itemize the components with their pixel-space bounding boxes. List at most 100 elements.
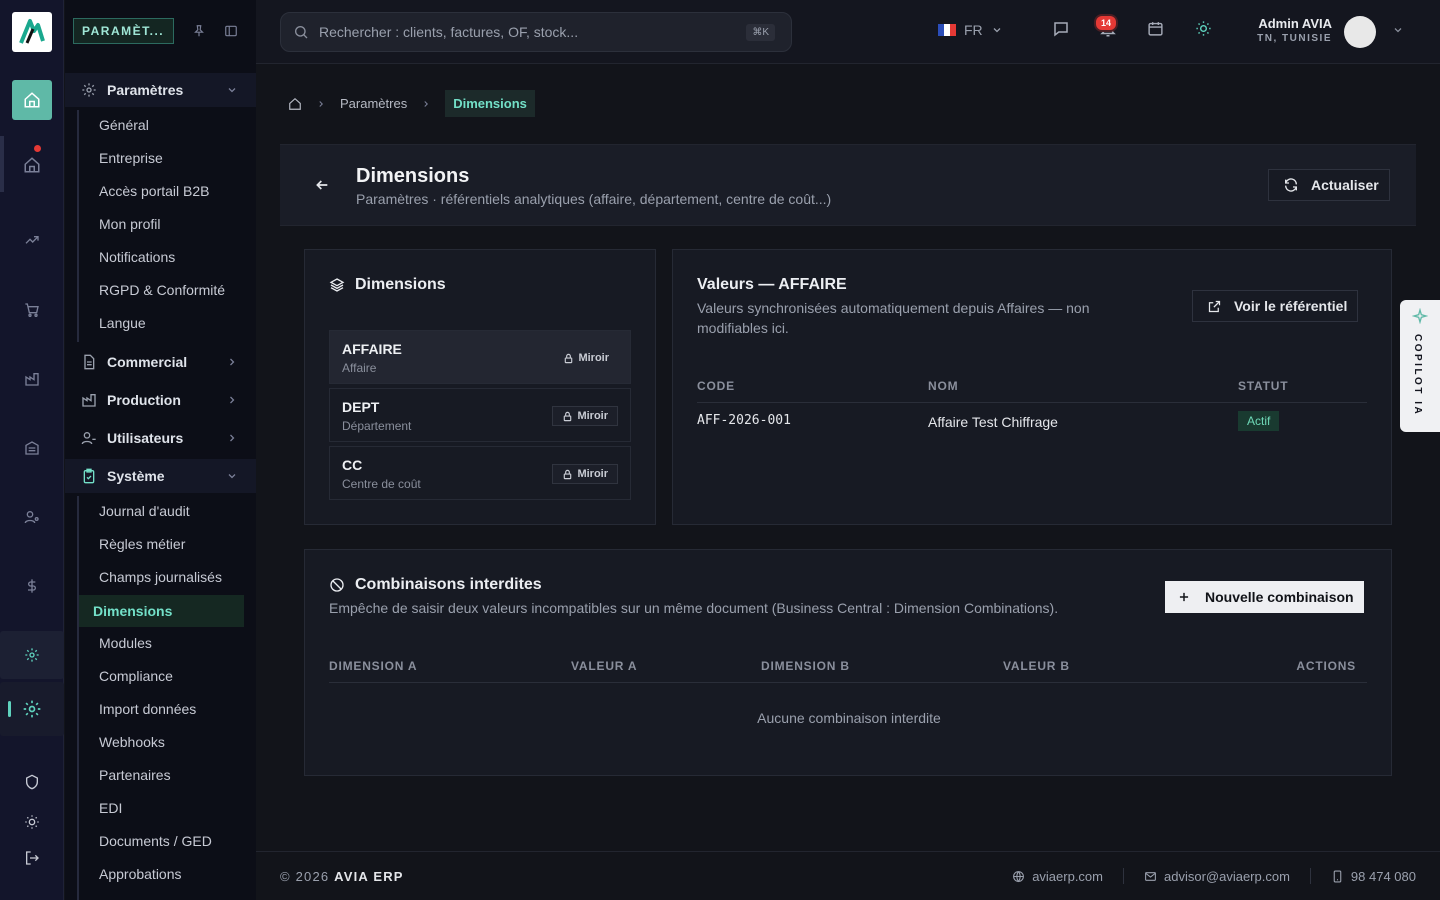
factory-icon: [82, 394, 96, 407]
rail-warehouse-button[interactable]: [12, 428, 52, 468]
email-text: advisor@aviaerp.com: [1164, 868, 1290, 884]
sidebar-item-rgpd[interactable]: RGPD & Conformité: [99, 274, 225, 307]
sidebar-item-webhooks[interactable]: Webhooks: [99, 726, 165, 759]
rail-users-button[interactable]: [12, 497, 52, 537]
mirror-badge-label: Miroir: [578, 352, 609, 364]
notification-badge: 14: [1094, 14, 1119, 32]
card-title-text: Combinaisons interdites: [355, 576, 542, 593]
sidebar-item-import-donnees[interactable]: Import données: [99, 693, 196, 726]
dollar-icon: [28, 579, 36, 593]
sidebar-group-systeme[interactable]: Système: [65, 459, 256, 493]
rail-finance-button[interactable]: [12, 566, 52, 606]
cart-icon: [25, 303, 39, 317]
copilot-tab[interactable]: COPILOT IA: [1400, 300, 1440, 432]
lock-icon: [565, 353, 573, 363]
sidebar-group-parametres[interactable]: Paramètres: [65, 73, 256, 107]
sidebar-item-general[interactable]: Général: [99, 109, 149, 142]
settings-icon: [23, 700, 41, 718]
search-icon: [295, 26, 308, 39]
search-shortcut: ⌘K: [746, 23, 775, 41]
lock-icon: [564, 411, 572, 421]
sidebar-item-portail-b2b[interactable]: Accès portail B2B: [99, 175, 210, 208]
user-settings-icon: [24, 511, 39, 524]
footer-email-link[interactable]: advisor@aviaerp.com: [1144, 869, 1290, 884]
sidebar-item-notifications[interactable]: Notifications: [99, 241, 175, 274]
chevron-down-icon[interactable]: [1392, 24, 1404, 36]
footer-phone-link[interactable]: 98 474 080: [1331, 869, 1416, 884]
mirror-badge-label: Miroir: [577, 410, 608, 422]
phone-text: 98 474 080: [1350, 868, 1416, 884]
rail-system-settings-button[interactable]: [0, 682, 64, 736]
sidebar-item-approbations[interactable]: Approbations: [99, 858, 182, 891]
section-pill[interactable]: PARAMÈT...: [73, 18, 174, 44]
sidebar-item-compliance[interactable]: Compliance: [99, 660, 173, 693]
table-divider: [697, 402, 1367, 403]
sidebar-item-modules[interactable]: Modules: [99, 627, 152, 660]
footer-website-link[interactable]: aviaerp.com: [1012, 869, 1103, 884]
sidebar: PARAMÈT... Paramètres Général Entreprise…: [65, 0, 256, 900]
document-icon: [84, 354, 95, 370]
breadcrumb-parent[interactable]: Paramètres: [340, 96, 407, 111]
sidebar-item-champs-journalises[interactable]: Champs journalisés: [99, 561, 222, 594]
new-combination-label: Nouvelle combinaison: [1205, 589, 1354, 605]
phone-icon: [1333, 870, 1342, 882]
ban-icon: [330, 578, 344, 592]
logo-icon: [19, 19, 45, 44]
sidebar-group-label: Commercial: [107, 354, 188, 370]
shield-icon: [26, 774, 38, 790]
collapse-sidebar-icon[interactable]: [224, 24, 238, 38]
rail-production-button[interactable]: [12, 359, 52, 399]
global-search[interactable]: ⌘K: [280, 12, 792, 52]
sidebar-group-commercial[interactable]: Commercial: [65, 345, 256, 379]
clipboard-icon: [83, 468, 95, 484]
sidebar-group-production[interactable]: Production: [65, 383, 256, 417]
search-input[interactable]: [319, 24, 737, 40]
combinations-card-description: Empêche de saisir deux valeurs incompati…: [329, 600, 1059, 616]
refresh-icon: [1284, 178, 1298, 192]
sidebar-group-label: Système: [107, 468, 165, 484]
main-content: Paramètres Dimensions Dimensions Paramèt…: [256, 64, 1440, 851]
sidebar-item-journal-audit[interactable]: Journal d'audit: [99, 495, 190, 528]
messages-icon[interactable]: [1052, 20, 1070, 38]
sidebar-item-edi[interactable]: EDI: [99, 792, 122, 825]
rail-theme-button[interactable]: [12, 802, 52, 842]
sidebar-item-regles-metier[interactable]: Règles métier: [99, 528, 185, 561]
view-referential-button[interactable]: Voir le référentiel: [1192, 290, 1359, 322]
column-header-statut: STATUT: [1238, 379, 1289, 393]
dimension-row-affaire[interactable]: AFFAIRE Affaire Miroir: [329, 330, 631, 384]
sidebar-item-profil[interactable]: Mon profil: [99, 208, 160, 241]
column-header-dimension-b: DIMENSION B: [761, 659, 850, 673]
rail-security-button[interactable]: [12, 762, 52, 802]
language-selector[interactable]: FR: [938, 22, 1003, 38]
sidebar-item-partenaires[interactable]: Partenaires: [99, 759, 171, 792]
sun-icon: [25, 815, 39, 829]
dimension-row-dept[interactable]: DEPT Département Miroir: [329, 388, 631, 442]
sidebar-group-utilisateurs[interactable]: Utilisateurs: [65, 421, 256, 455]
app-logo[interactable]: [12, 12, 52, 52]
theme-toggle-icon[interactable]: [1195, 20, 1212, 37]
sidebar-item-dimensions[interactable]: Dimensions: [79, 595, 244, 627]
flag-fr-icon: [938, 24, 956, 36]
sidebar-item-langue[interactable]: Langue: [99, 307, 146, 340]
sidebar-item-documents-ged[interactable]: Documents / GED: [99, 825, 212, 858]
avatar[interactable]: [1344, 16, 1376, 48]
rail-home-button[interactable]: [12, 80, 52, 120]
rail-settings-button[interactable]: [0, 631, 64, 679]
rail-logout-button[interactable]: [12, 838, 52, 878]
back-arrow-icon[interactable]: [314, 177, 330, 193]
copilot-label: COPILOT IA: [1412, 334, 1423, 417]
new-combination-button[interactable]: Nouvelle combinaison: [1165, 581, 1364, 613]
sidebar-item-entreprise[interactable]: Entreprise: [99, 142, 163, 175]
home-icon[interactable]: [288, 97, 302, 111]
user-menu[interactable]: Admin AVIA TN, TUNISIE: [1257, 16, 1332, 44]
rail-analytics-button[interactable]: [12, 220, 52, 260]
table-divider: [329, 682, 1367, 683]
card-title-text: Dimensions: [355, 276, 446, 293]
rail-sales-button[interactable]: [12, 290, 52, 330]
factory-icon: [25, 373, 39, 386]
rail-home-alerts-button[interactable]: [12, 145, 52, 185]
refresh-button[interactable]: Actualiser: [1268, 169, 1390, 201]
pin-icon[interactable]: [192, 24, 206, 38]
calendar-icon[interactable]: [1147, 20, 1164, 37]
dimension-row-cc[interactable]: CC Centre de coût Miroir: [329, 446, 631, 500]
